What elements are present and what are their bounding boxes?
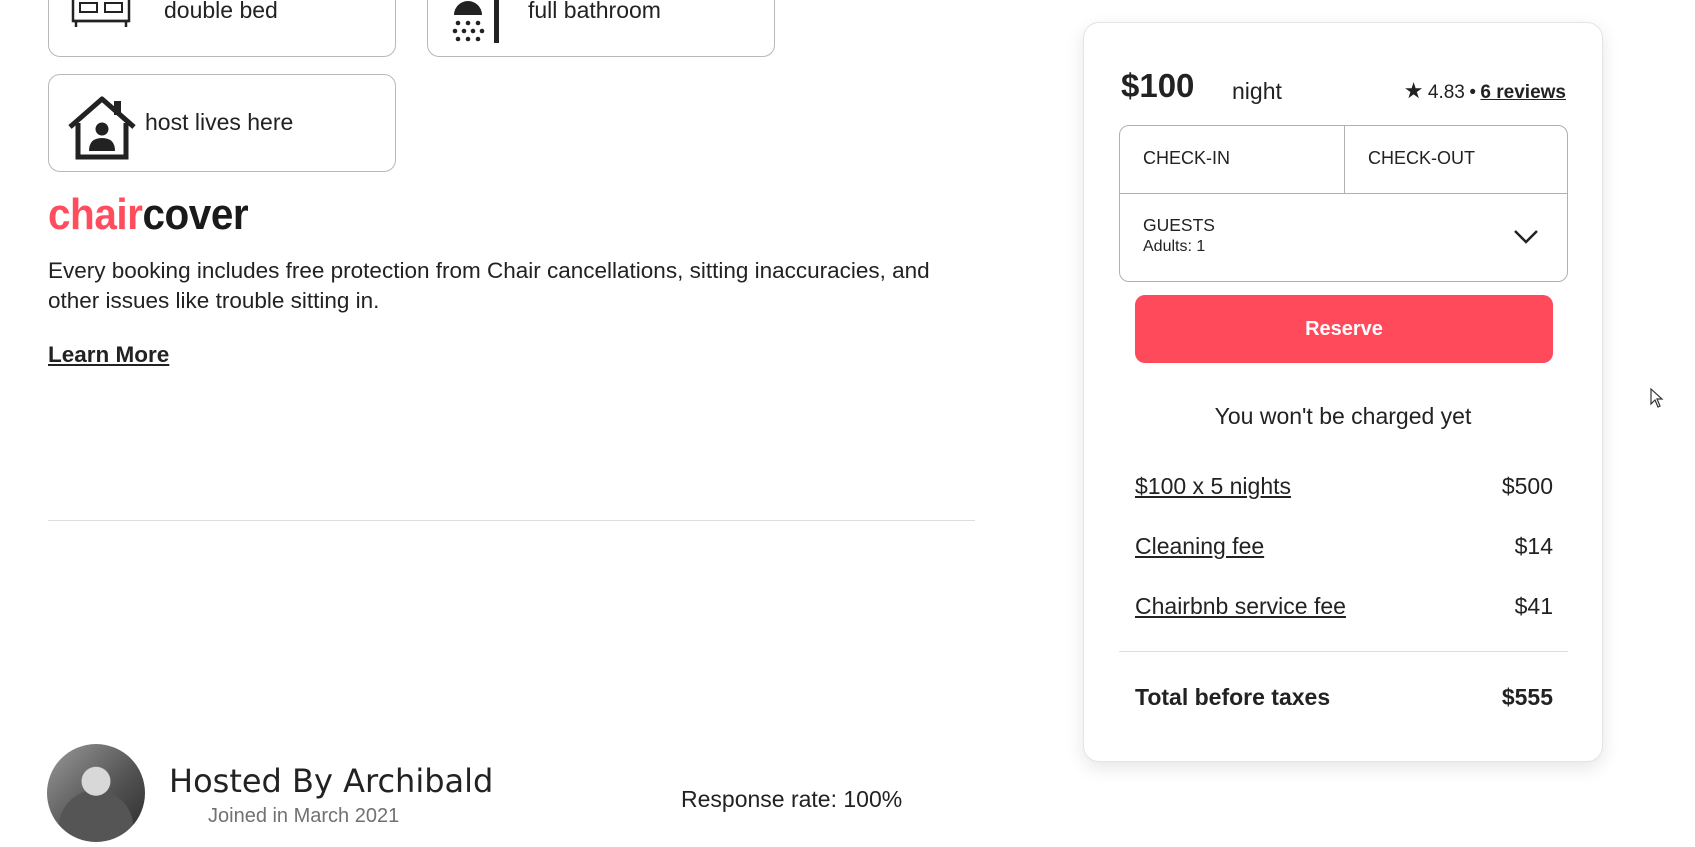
booking-card: $100 night ★ 4.83 • 6 reviews CHECK-IN C… [1083, 22, 1603, 762]
fee-amount-service: $41 [1514, 593, 1553, 619]
guests-value: Adults: 1 [1143, 238, 1206, 255]
price-unit: night [1232, 78, 1282, 104]
reviews-link[interactable]: 6 reviews [1480, 82, 1566, 103]
rating-summary: ★ 4.83 • 6 reviews [1404, 78, 1566, 104]
reserve-button[interactable]: Reserve [1135, 295, 1553, 363]
amenity-label: double bed [164, 0, 278, 23]
star-icon: ★ [1403, 78, 1424, 103]
fee-label-nights[interactable]: $100 x 5 nights [1135, 473, 1291, 499]
shower-icon [452, 0, 499, 43]
response-rate: Response rate: 100% [681, 786, 903, 812]
host-joined-date: Joined in March 2021 [208, 805, 400, 827]
amenity-label: full bathroom [528, 0, 661, 23]
total-row: Total before taxes $555 [1135, 684, 1553, 711]
fee-amount-nights: $500 [1501, 473, 1553, 499]
house-host-icon [68, 96, 136, 160]
aircover-logo-part2: cover [142, 190, 249, 239]
fee-row-service: Chairbnb service fee $41 [1135, 593, 1553, 620]
host-avatar [47, 744, 145, 842]
checkin-field[interactable]: CHECK-IN [1120, 126, 1344, 193]
guests-dropdown[interactable]: GUESTS Adults: 1 [1120, 194, 1569, 282]
fee-label-cleaning[interactable]: Cleaning fee [1135, 533, 1264, 559]
fee-amount-cleaning: $14 [1514, 533, 1553, 559]
chevron-down-icon [1514, 230, 1538, 244]
section-divider [48, 520, 975, 521]
aircover-logo: chaircover [48, 190, 249, 240]
card-divider [1119, 651, 1568, 652]
host-title: Hosted By Archibald [169, 762, 494, 800]
total-amount: $555 [1501, 684, 1553, 710]
checkout-field[interactable]: CHECK-OUT [1345, 126, 1569, 193]
reservation-picker: CHECK-IN CHECK-OUT GUESTS Adults: 1 [1119, 125, 1568, 282]
total-label: Total before taxes [1135, 684, 1331, 710]
amenity-card-double-bed: double bed [48, 0, 396, 57]
learn-more-link[interactable]: Learn More [48, 342, 169, 368]
fee-label-service[interactable]: Chairbnb service fee [1135, 593, 1346, 619]
amenity-card-full-bathroom: full bathroom [427, 0, 775, 57]
aircover-description: Every booking includes free protection f… [48, 258, 930, 313]
bed-icon [71, 0, 131, 27]
rating-separator: • [1469, 82, 1476, 103]
rating-value: 4.83 [1427, 82, 1465, 103]
guests-label: GUESTS [1143, 215, 1215, 235]
nightly-price: $100 [1121, 67, 1195, 104]
checkout-label: CHECK-OUT [1368, 148, 1475, 168]
amenity-card-host-lives-here: host lives here [48, 74, 396, 172]
fee-row-cleaning: Cleaning fee $14 [1135, 533, 1553, 560]
no-charge-notice: You won't be charged yet [1214, 403, 1472, 429]
aircover-logo-part1: chair [48, 190, 143, 239]
checkin-label: CHECK-IN [1143, 148, 1231, 168]
fee-row-nights: $100 x 5 nights $500 [1135, 473, 1553, 500]
amenity-label: host lives here [145, 109, 294, 135]
mouse-cursor-icon [1650, 388, 1664, 408]
